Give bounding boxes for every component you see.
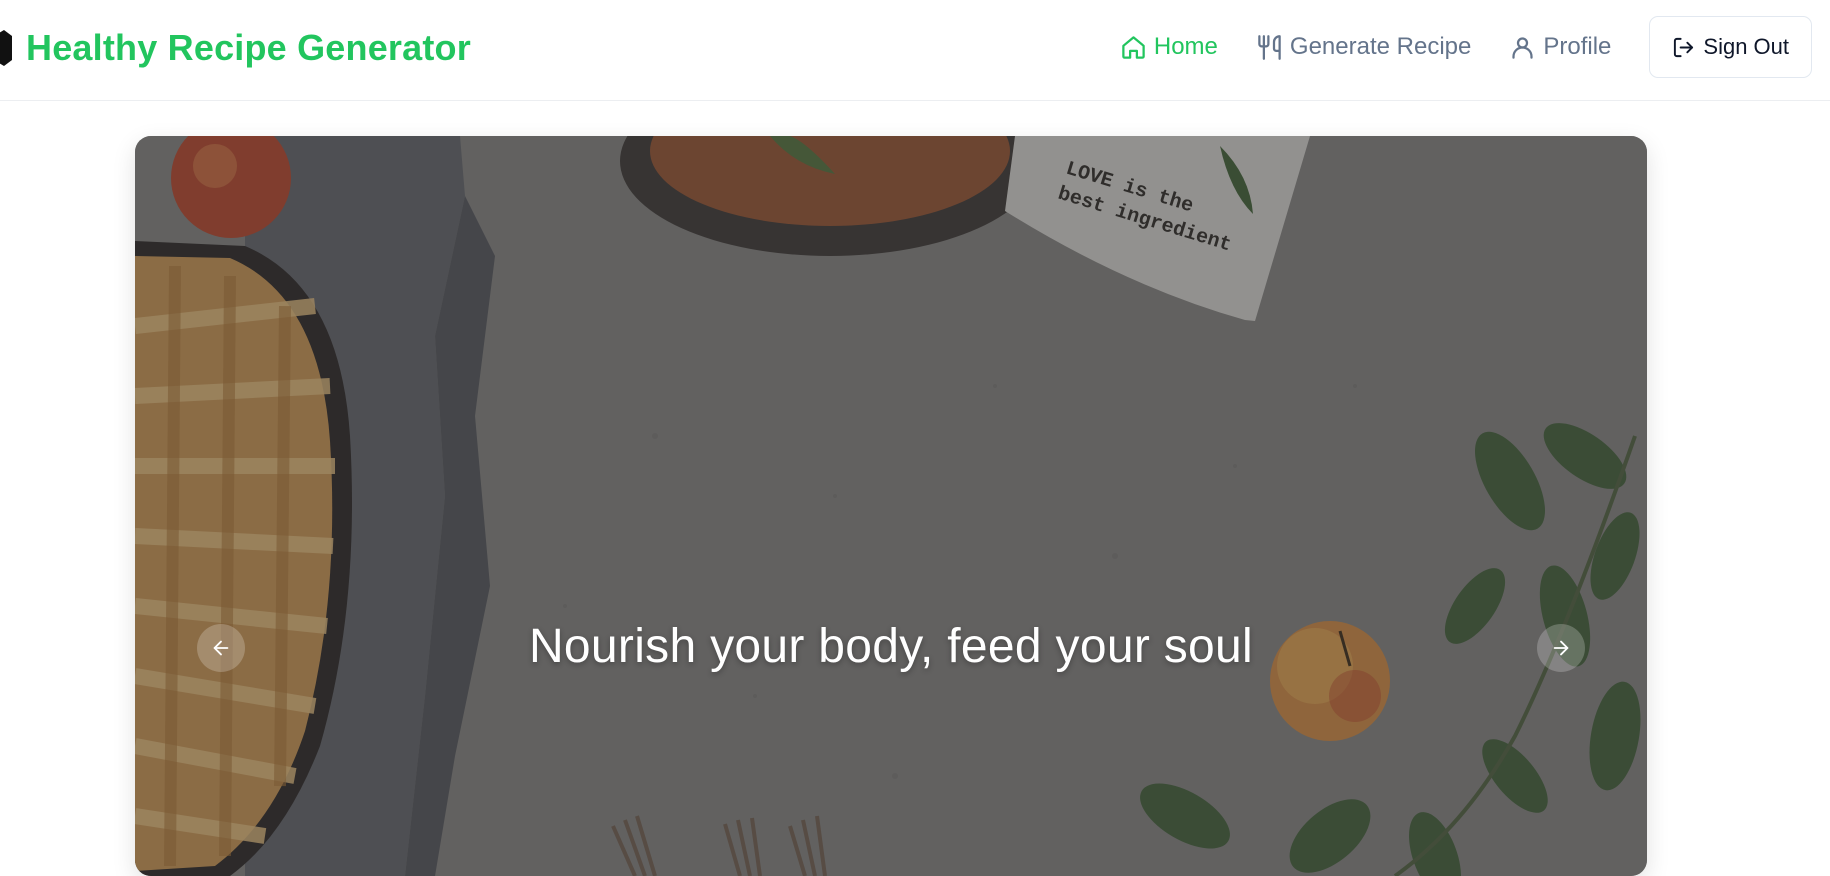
nav-home-link[interactable]: Home	[1120, 33, 1218, 61]
sign-out-label: Sign Out	[1703, 34, 1789, 59]
home-icon	[1122, 35, 1145, 59]
brand[interactable]: Healthy Recipe Generator	[0, 24, 471, 72]
carousel-prev-button[interactable]	[197, 624, 245, 672]
brand-title: Healthy Recipe Generator	[26, 27, 471, 68]
nav-home-label: Home	[1153, 33, 1218, 60]
nav-profile-link[interactable]: Profile	[1509, 33, 1611, 61]
utensils-icon	[1258, 34, 1281, 60]
hero-carousel: LOVE is the best ingredient Nourish your…	[135, 136, 1647, 876]
hero-overlay	[135, 136, 1647, 876]
top-navbar: Healthy Recipe Generator Home Generate R…	[0, 0, 1830, 101]
nav-generate-recipe-label: Generate Recipe	[1289, 33, 1472, 60]
nav-profile-label: Profile	[1543, 33, 1612, 60]
arrow-right-icon	[1553, 640, 1569, 656]
arrow-left-icon	[213, 640, 229, 656]
hexagon-logo-icon	[0, 30, 12, 66]
sign-out-button[interactable]: Sign Out	[1649, 16, 1812, 78]
nav-generate-recipe-link[interactable]: Generate Recipe	[1256, 33, 1471, 61]
user-icon	[1512, 36, 1533, 59]
hero-heading: Nourish your body, feed your soul	[528, 620, 1254, 673]
log-out-icon	[1674, 37, 1694, 57]
carousel-next-button[interactable]	[1537, 624, 1585, 672]
main-nav: Home Generate Recipe Profile Sign Out	[1120, 16, 1812, 78]
